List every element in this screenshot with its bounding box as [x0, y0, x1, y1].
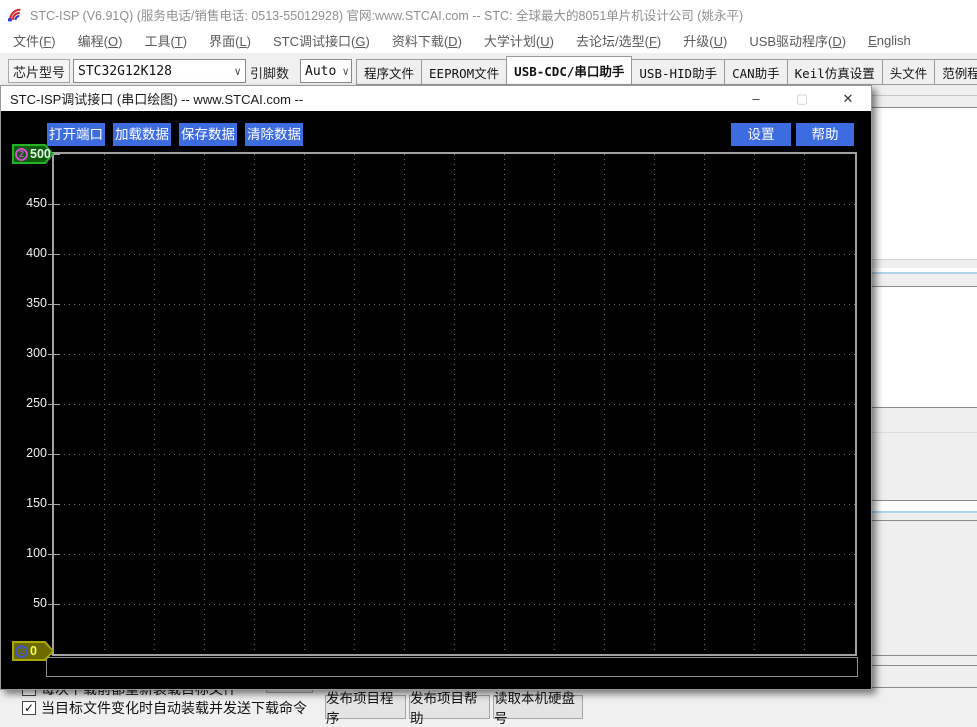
gridline-vertical [604, 154, 605, 654]
toolbar-tab[interactable]: 范例程序 [934, 59, 977, 84]
y-tick-label: 50 [33, 596, 47, 610]
y-tick-mark [48, 354, 60, 355]
gridline-vertical [204, 154, 205, 654]
y-max-value: 500 [30, 147, 51, 161]
menu-item[interactable]: 去论坛/选型(F) [565, 28, 672, 53]
main-window-title: STC-ISP (V6.91Q) (服务电话/销售电话: 0513-550129… [30, 8, 744, 23]
menu-item[interactable]: USB驱动程序(D) [738, 28, 857, 53]
menu-item[interactable]: 升级(U) [672, 28, 738, 53]
publish-project-program-button[interactable]: 发布项目程序 [325, 691, 406, 726]
publish-project-help-button[interactable]: 发布项目帮助 [409, 691, 490, 726]
main-tabstrip: 程序文件 EEPROM文件 USB-CDC/串口助手 USB-HID助手 CAN… [356, 56, 977, 85]
app-logo-icon [8, 8, 21, 21]
main-titlebar: STC-ISP (V6.91Q) (服务电话/销售电话: 0513-550129… [0, 0, 977, 28]
pin-count-select[interactable]: Auto ∨ [300, 59, 352, 83]
toolbar-tab[interactable]: USB-HID助手 [631, 59, 726, 84]
maximize-icon[interactable]: ▢ [779, 86, 825, 111]
gridline-vertical [304, 154, 305, 654]
y-tick-mark [48, 204, 60, 205]
y-tick-label: 350 [26, 296, 47, 310]
plot-window-controls: – ▢ ✕ [733, 86, 871, 111]
channel-1-icon: 1 [15, 644, 28, 658]
autosend-checkbox-label: 当目标文件变化时自动装载并发送下载命令 [41, 700, 307, 716]
menu-item[interactable]: 编程(O) [67, 28, 134, 53]
gridline-vertical [104, 154, 105, 654]
y-min-marker[interactable]: 1 0 [12, 641, 54, 661]
y-tick-mark [48, 504, 60, 505]
pin-count-label: 引脚数 [250, 66, 290, 81]
y-tick-mark [48, 304, 60, 305]
save-data-button[interactable]: 保存数据 [179, 123, 237, 146]
clear-data-button[interactable]: 清除数据 [245, 123, 303, 146]
chip-model-select[interactable]: STC32G12K128 ∨ [73, 59, 246, 83]
close-icon[interactable]: ✕ [825, 86, 871, 111]
gridline-vertical [154, 154, 155, 654]
menu-item[interactable]: STC调试接口(G) [262, 28, 381, 53]
menu-item[interactable]: 资料下载(D) [381, 28, 473, 53]
y-min-value: 0 [30, 644, 37, 658]
y-tick-mark [48, 454, 60, 455]
toolbar-tab[interactable]: EEPROM文件 [421, 59, 508, 84]
y-tick-label: 300 [26, 346, 47, 360]
toolbar-tab[interactable]: 程序文件 [356, 59, 423, 84]
y-tick-label: 200 [26, 446, 47, 460]
chip-model-value: STC32G12K128 [78, 63, 172, 79]
y-tick-mark [48, 604, 60, 605]
gridline-vertical [554, 154, 555, 654]
chevron-down-icon: ∨ [342, 64, 349, 78]
gridline-vertical [404, 154, 405, 654]
pin-count-value: Auto [305, 63, 337, 79]
y-tick-mark [48, 254, 60, 255]
main-toolbar: 芯片型号 STC32G12K128 ∨ 引脚数 Auto ∨ 程序文件 EEPR… [0, 53, 977, 85]
gridline-vertical [454, 154, 455, 654]
gridline-vertical [804, 154, 805, 654]
gridline-vertical [654, 154, 655, 654]
minimize-icon[interactable]: – [733, 86, 779, 111]
x-axis-strip[interactable] [46, 657, 858, 677]
gridline-vertical [254, 154, 255, 654]
gridline-vertical [504, 154, 505, 654]
menu-item[interactable]: 工具(T) [133, 28, 198, 53]
plot-grid [54, 154, 855, 654]
toolbar-tab[interactable]: 头文件 [881, 59, 936, 84]
plot-window-title: STC-ISP调试接口 (串口绘图) -- www.STCAI.com -- [10, 92, 304, 107]
menu-item[interactable]: English [857, 30, 922, 51]
y-tick-label: 250 [26, 396, 47, 410]
settings-button[interactable]: 设置 [731, 123, 791, 146]
y-tick-mark [48, 554, 60, 555]
y-max-marker[interactable]: 2 500 [12, 144, 54, 164]
help-button[interactable]: 帮助 [796, 123, 854, 146]
y-tick-mark [48, 404, 60, 405]
toolbar-tab[interactable]: USB-CDC/串口助手 [506, 56, 633, 84]
y-tick-label: 100 [26, 546, 47, 560]
menu-item[interactable]: 文件(F) [2, 28, 67, 53]
read-disk-id-button[interactable]: 读取本机硬盘号 [493, 691, 583, 726]
chevron-down-icon: ∨ [234, 64, 241, 78]
toolbar-tab[interactable]: CAN助手 [724, 59, 788, 84]
plot-client-area: 打开端口 加载数据 保存数据 清除数据 设置 帮助 50045040035030… [1, 111, 871, 689]
gridline-vertical [754, 154, 755, 654]
serial-plot-window: STC-ISP调试接口 (串口绘图) -- www.STCAI.com -- –… [0, 85, 872, 690]
menu-item[interactable]: 大学计划(U) [473, 28, 565, 53]
y-tick-label: 150 [26, 496, 47, 510]
channel-2-icon: 2 [15, 147, 28, 161]
open-port-button[interactable]: 打开端口 [47, 123, 105, 146]
plot-titlebar[interactable]: STC-ISP调试接口 (串口绘图) -- www.STCAI.com -- –… [1, 86, 871, 111]
gridline-vertical [704, 154, 705, 654]
plot-area[interactable] [52, 152, 857, 656]
menu-item[interactable]: 界面(L) [198, 28, 262, 53]
load-data-button[interactable]: 加载数据 [113, 123, 171, 146]
y-tick-label: 450 [26, 196, 47, 210]
main-menubar: 文件(F) 编程(O) 工具(T) 界面(L) STC调试接口(G) 资料下载(… [0, 28, 977, 53]
chip-model-button[interactable]: 芯片型号 [8, 59, 70, 83]
checkbox-row-autosend: ✓ 当目标文件变化时自动装载并发送下载命令 [22, 698, 307, 718]
y-tick-label: 400 [26, 246, 47, 260]
gridline-vertical [354, 154, 355, 654]
toolbar-tab[interactable]: Keil仿真设置 [786, 59, 883, 84]
autosend-checkbox[interactable]: ✓ [22, 701, 36, 715]
